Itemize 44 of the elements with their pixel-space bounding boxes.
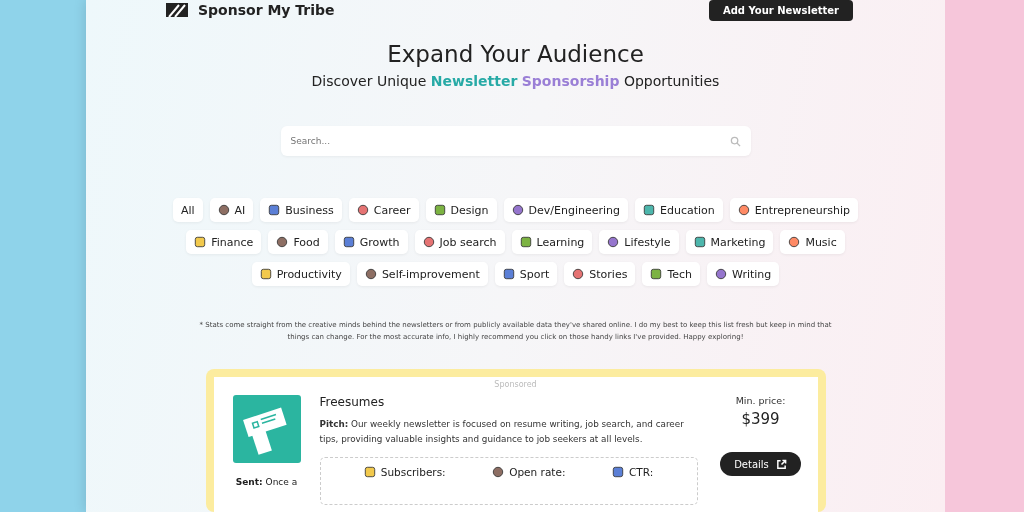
category-chip[interactable]: Dev/Engineering [503,198,629,222]
newsletter-logo [232,395,301,463]
category-chip[interactable]: Education [635,198,723,222]
hero-subtitle: Discover Unique Newsletter Sponsorship Opportunities [311,73,720,89]
emoji-icon [611,466,624,478]
category-chip[interactable]: All [172,198,203,222]
category-chip[interactable]: Stories [564,262,636,286]
category-chip[interactable]: Job search [414,230,505,254]
category-chip[interactable]: Writing [707,262,780,286]
price-value: $399 [741,410,780,428]
category-chip[interactable]: AI [209,198,254,222]
brand-name[interactable]: Sponsor My Tribe [198,2,335,18]
category-chip[interactable]: Food [268,230,328,254]
category-chip[interactable]: Productivity [251,262,350,286]
stat-label: Open rate: [509,466,566,478]
category-chip[interactable]: Career [348,198,419,222]
category-chip[interactable]: Entrepreneurship [729,198,859,222]
category-chip[interactable]: Learning [511,230,593,254]
emoji-icon [363,466,376,478]
category-chip[interactable]: Sport [494,262,558,286]
emoji-icon [492,466,505,478]
search-field[interactable]: Search... [280,126,751,156]
stat-label: Subscribers: [380,466,446,478]
category-chip[interactable]: Lifestyle [599,230,679,254]
category-chip[interactable]: Music [780,230,845,254]
pitch-text: Pitch: Our weekly newsletter is focused on resume writing, job search, and career tips, providing valuable insights and guidance to job seekers at all levels. [319,418,685,446]
logo-icon [166,3,188,17]
newsletter-name: Freesumes [319,395,386,409]
hero-title: Expand Your Audience [387,41,644,67]
category-chip[interactable]: Design [425,198,497,222]
add-newsletter-button[interactable]: Add Your Newsletter [708,0,853,21]
category-chip[interactable]: Tech [642,262,701,286]
details-button[interactable]: Details [720,452,801,476]
price-label: Min. price: [735,395,786,406]
stat-label: CTR: [628,466,654,478]
category-chip[interactable]: Self-improvement [356,262,488,286]
search-icon[interactable] [729,136,741,147]
category-chip[interactable]: Finance [186,230,262,254]
category-chip[interactable]: Growth [334,230,408,254]
category-chip[interactable]: Marketing [685,230,774,254]
external-link-icon [775,458,787,470]
sponsored-label: Sponsored [493,380,538,389]
sent-frequency: Sent: Once a [235,477,298,487]
category-chip[interactable]: Business [260,198,342,222]
